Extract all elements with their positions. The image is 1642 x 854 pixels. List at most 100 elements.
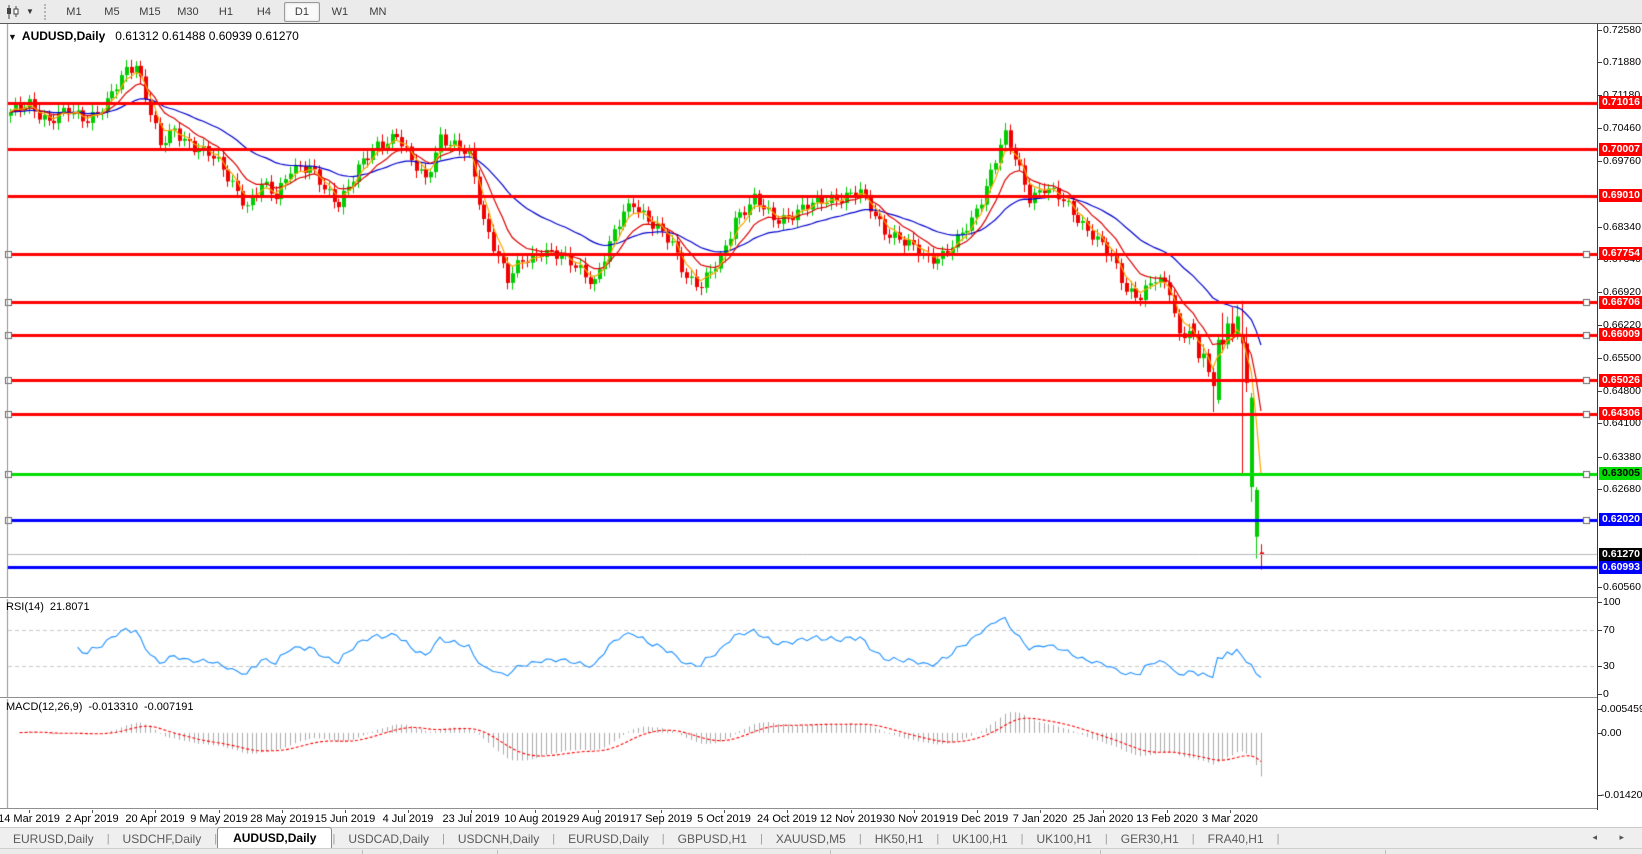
chart-symbol-period: AUDUSD,Daily — [22, 29, 105, 43]
tab-divider: | — [1277, 833, 1280, 845]
candlestick-chart-icon[interactable] — [3, 3, 25, 21]
timeframe-button-m5[interactable]: M5 — [94, 2, 130, 22]
timeframe-button-d1[interactable]: D1 — [284, 2, 320, 22]
price-tick-label: 0.69760 — [1603, 155, 1641, 167]
hline-price-label: 0.71016 — [1599, 96, 1642, 109]
rsi-tick-label: 30 — [1603, 660, 1615, 672]
price-tick-mark — [1598, 62, 1602, 63]
hline-price-label: 0.63005 — [1599, 467, 1642, 480]
macd-main-value: -0.013310 — [88, 701, 138, 713]
date-label: 2 Apr 2019 — [65, 813, 118, 825]
date-label: 28 May 2019 — [250, 813, 314, 825]
timeframe-button-m15[interactable]: M15 — [132, 2, 168, 22]
price-tick-mark — [1598, 292, 1602, 293]
rsi-tick-mark — [1598, 666, 1602, 667]
hline-price-label: 0.70007 — [1599, 143, 1642, 156]
date-label: 24 Oct 2019 — [757, 813, 817, 825]
chart-tab-uk100-h1[interactable]: UK100,H1 — [939, 829, 1020, 849]
date-label: 4 Jul 2019 — [383, 813, 434, 825]
chart-tab-fra40-h1[interactable]: FRA40,H1 — [1195, 829, 1277, 849]
macd-signal-value: -0.007191 — [144, 701, 194, 713]
price-tick-mark — [1598, 325, 1602, 326]
timeframe-button-w1[interactable]: W1 — [322, 2, 358, 22]
macd-canvas[interactable] — [0, 699, 1597, 809]
date-label: 7 Jan 2020 — [1013, 813, 1067, 825]
price-tick-mark — [1598, 423, 1602, 424]
timeframe-buttons: M1M5M15M30H1H4D1W1MN — [55, 2, 397, 22]
date-label: 29 Aug 2019 — [567, 813, 629, 825]
hline-price-label: 0.64306 — [1599, 407, 1642, 420]
chart-tab-usdcnh-daily[interactable]: USDCNH,Daily — [445, 829, 552, 849]
hline-price-label: 0.66009 — [1599, 328, 1642, 341]
hline-price-label: 0.65026 — [1599, 374, 1642, 387]
chart-tab-usdcad-daily[interactable]: USDCAD,Daily — [335, 829, 442, 849]
rsi-tick-mark — [1598, 630, 1602, 631]
date-label: 5 Oct 2019 — [697, 813, 751, 825]
macd-tick-label: -0.014204 — [1601, 789, 1642, 801]
collapse-triangle-icon[interactable]: ▼ — [8, 32, 17, 42]
macd-tick-label: 0.00 — [1601, 727, 1621, 739]
chart-tab-ger30-h1[interactable]: GER30,H1 — [1108, 829, 1192, 849]
hline-price-label: 0.67754 — [1599, 247, 1642, 260]
timeframe-button-m1[interactable]: M1 — [56, 2, 92, 22]
chart-tab-eurusd-daily[interactable]: EURUSD,Daily — [555, 829, 662, 849]
status-segment-divider — [1100, 850, 1101, 854]
price-axis[interactable]: 0.725800.718800.711800.704600.697600.683… — [1597, 24, 1642, 810]
timeframe-button-h4[interactable]: H4 — [246, 2, 282, 22]
tab-scroll-arrows[interactable]: ◂ ▸ — [1592, 832, 1634, 843]
price-tick-mark — [1598, 489, 1602, 490]
price-tick-mark — [1598, 161, 1602, 162]
date-label: 10 Aug 2019 — [504, 813, 566, 825]
date-label: 15 Jun 2019 — [315, 813, 376, 825]
date-label: 14 Mar 2019 — [0, 813, 60, 825]
chart-tab-bar: EURUSD,Daily|USDCHF,Daily|AUDUSD,Daily|U… — [0, 827, 1642, 849]
rsi-tick-label: 100 — [1603, 596, 1621, 608]
rsi-canvas[interactable] — [0, 599, 1597, 697]
date-label: 25 Jan 2020 — [1073, 813, 1134, 825]
terminal-window: ▼ M1M5M15M30H1H4D1W1MN ▼ AUDUSD,Daily 0.61… — [0, 0, 1642, 854]
current-price-label: 0.61270 — [1599, 548, 1642, 561]
price-chart-canvas[interactable] — [0, 24, 1597, 598]
status-segment-divider — [1385, 850, 1386, 854]
chart-tab-hk50-h1[interactable]: HK50,H1 — [862, 829, 937, 849]
price-tick-mark — [1598, 30, 1602, 31]
chart-tab-xauusd-m5[interactable]: XAUUSD,M5 — [763, 829, 859, 849]
price-tick-label: 0.63380 — [1603, 451, 1641, 463]
toolbar-grip — [44, 4, 49, 20]
date-axis[interactable]: 14 Mar 20192 Apr 201920 Apr 20199 May 20… — [0, 810, 1642, 827]
status-bar — [0, 848, 1642, 854]
chart-tab-audusd-daily[interactable]: AUDUSD,Daily — [217, 827, 332, 849]
date-label: 30 Nov 2019 — [883, 813, 945, 825]
status-segment-divider — [497, 850, 498, 854]
chart-type-dropdown-icon[interactable]: ▼ — [26, 7, 34, 16]
chart-tab-eurusd-daily[interactable]: EURUSD,Daily — [0, 829, 107, 849]
price-tick-mark — [1598, 358, 1602, 359]
price-tick-label: 0.71880 — [1603, 56, 1641, 68]
chart-tab-uk100-h1[interactable]: UK100,H1 — [1024, 829, 1105, 849]
price-tick-mark — [1598, 587, 1602, 588]
date-label: 9 May 2019 — [190, 813, 247, 825]
rsi-current-value: 21.8071 — [50, 601, 90, 613]
price-tick-mark — [1598, 391, 1602, 392]
date-label: 13 Feb 2020 — [1136, 813, 1198, 825]
chart-tab-gbpusd-h1[interactable]: GBPUSD,H1 — [665, 829, 760, 849]
price-tick-label: 0.68340 — [1603, 221, 1641, 233]
status-segment-divider — [830, 850, 831, 854]
price-tick-label: 0.65500 — [1603, 352, 1641, 364]
macd-tick-label: 0.005459 — [1601, 703, 1642, 715]
timeframe-button-h1[interactable]: H1 — [208, 2, 244, 22]
rsi-tick-mark — [1598, 694, 1602, 695]
timeframe-toolbar: ▼ M1M5M15M30H1H4D1W1MN — [0, 0, 1642, 24]
chart-tab-usdchf-daily[interactable]: USDCHF,Daily — [110, 829, 215, 849]
price-tick-mark — [1598, 457, 1602, 458]
price-tick-mark — [1598, 128, 1602, 129]
rsi-tick-mark — [1598, 602, 1602, 603]
rsi-tick-label: 70 — [1603, 624, 1615, 636]
timeframe-button-mn[interactable]: MN — [360, 2, 396, 22]
hline-price-label: 0.69010 — [1599, 189, 1642, 202]
macd-indicator-label: MACD(12,26,9)-0.013310-0.007191 — [6, 701, 200, 713]
timeframe-button-m30[interactable]: M30 — [170, 2, 206, 22]
price-tick-label: 0.62680 — [1603, 483, 1641, 495]
hline-price-label: 0.66706 — [1599, 296, 1642, 309]
status-segment-divider — [362, 850, 363, 854]
